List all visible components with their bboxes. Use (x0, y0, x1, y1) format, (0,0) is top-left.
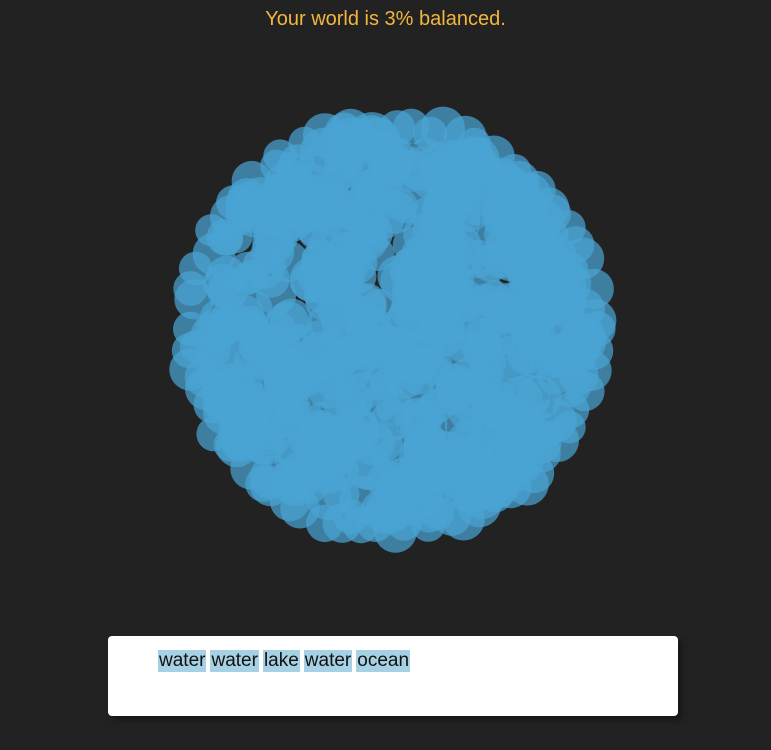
word-token: water (303, 650, 353, 672)
water-blob (527, 230, 563, 266)
water-blob (328, 117, 376, 165)
word-token: water (158, 650, 207, 672)
water-blob (253, 198, 287, 232)
water-blob (485, 224, 530, 268)
water-blob (449, 357, 492, 399)
water-blob (453, 465, 498, 509)
word-token: water (210, 650, 259, 672)
word-input-box[interactable]: water water lake water ocean (108, 636, 678, 716)
water-blob (263, 364, 299, 400)
water-blob (266, 301, 309, 344)
water-blob (220, 366, 257, 402)
water-blob (435, 146, 474, 185)
water-blob (221, 424, 259, 462)
water-blob (195, 333, 231, 369)
water-blob (295, 445, 338, 487)
word-list: water water lake water ocean (158, 650, 678, 672)
world-sphere (169, 106, 617, 553)
word-token: lake (262, 650, 300, 672)
water-blob (384, 176, 432, 224)
water-blob (278, 171, 313, 206)
water-blob (545, 260, 592, 307)
water-blob (333, 381, 373, 421)
water-blob (479, 161, 513, 195)
word-token: ocean (356, 650, 411, 672)
game-screen: Your world is 3% balanced. water water lak… (0, 0, 771, 750)
water-blob (494, 423, 532, 461)
water-blob (397, 329, 444, 376)
water-blob (227, 251, 269, 294)
water-blob (392, 272, 427, 307)
water-blob (352, 213, 393, 254)
water-blob (410, 464, 453, 507)
water-blobs (169, 106, 617, 553)
water-blob (321, 304, 362, 345)
water-blob (436, 223, 482, 269)
water-blob (488, 282, 530, 324)
